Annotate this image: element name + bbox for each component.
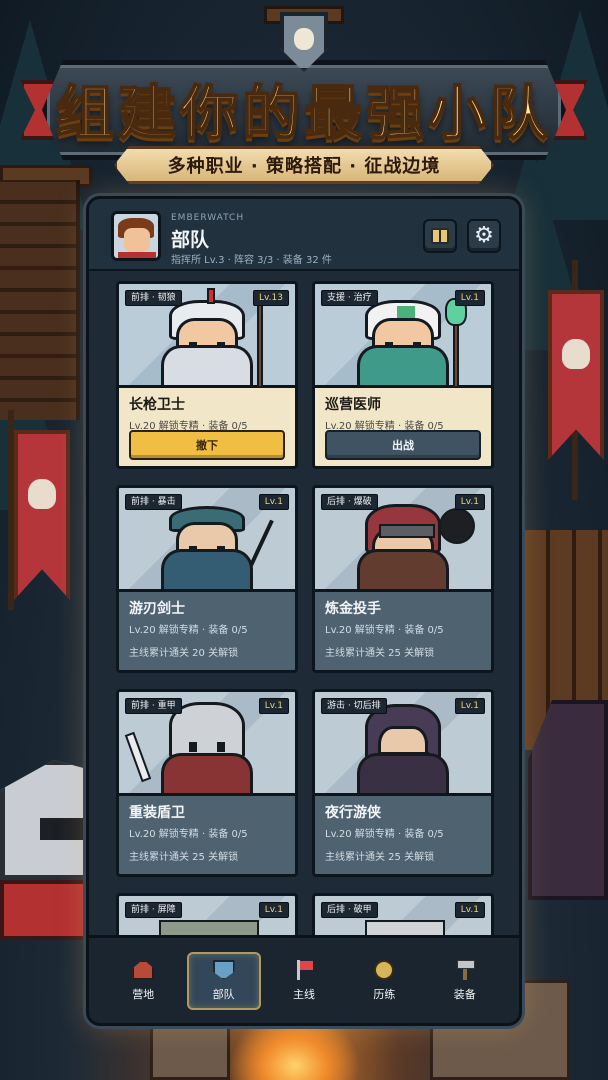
nav-squad[interactable]: 部队 — [186, 951, 261, 1010]
unit-name: 巡营医师 — [325, 397, 381, 413]
nav-label: 营地 — [132, 987, 155, 1001]
compass-icon — [374, 959, 395, 980]
nav-label: 装备 — [453, 987, 476, 1001]
panel-title: 部队 — [171, 229, 210, 251]
role-tag: 前排 · 屏障 — [125, 902, 182, 918]
unit-card-spear-guard[interactable]: 前排 · 韧狼 Lv.13 长枪卫士 Lv.20 解锁专精 · 装备 0/5 撤… — [116, 281, 298, 469]
unlock-requirement: 主线累计通关 25 关解锁 — [325, 852, 435, 863]
shield-icon — [212, 959, 235, 980]
settings-button[interactable]: ⚙ — [467, 219, 501, 253]
role-tag: 游击 · 切后排 — [321, 698, 387, 714]
unit-card-night-ranger[interactable]: 游击 · 切后排 Lv.1 夜行游侠 Lv.20 解锁专精 · 装备 0/5 主… — [312, 689, 494, 877]
level-badge: Lv.1 — [454, 290, 485, 306]
unit-name: 炼金投手 — [325, 601, 381, 617]
watchtower — [0, 180, 80, 420]
deploy-button[interactable]: 出战 — [325, 430, 481, 460]
subtitle-plate: 多种职业 · 策略搭配 · 征战边境 — [114, 146, 494, 184]
skull-shield-emblem — [264, 6, 344, 76]
level-badge: Lv.1 — [454, 494, 485, 510]
unit-name: 游刃剑士 — [129, 601, 185, 617]
subtitle: 多种职业 · 策略搭配 · 征战边境 — [167, 156, 441, 177]
role-tag: 支援 · 治疗 — [321, 290, 378, 306]
camp-icon — [132, 959, 155, 980]
gear-icon: ⚙ — [474, 223, 494, 248]
book-icon — [431, 228, 449, 244]
unit-name: 长枪卫士 — [129, 397, 185, 413]
nav-label: 部队 — [212, 987, 235, 1001]
unlock-requirement: 主线累计通关 25 关解锁 — [325, 648, 435, 659]
skull-banner-left — [14, 430, 70, 600]
role-tag: 后排 · 爆破 — [321, 494, 378, 510]
brand-label: EMBERWATCH — [171, 213, 245, 223]
hammer-icon — [454, 959, 476, 980]
unit-name: 重装盾卫 — [129, 805, 185, 821]
unlock-requirement: 主线累计通关 20 关解锁 — [129, 648, 239, 659]
unit-card-alchemist[interactable]: 后排 · 爆破 Lv.1 炼金投手 Lv.20 解锁专精 · 装备 0/5 主线… — [312, 485, 494, 673]
nav-camp[interactable]: 营地 — [106, 952, 180, 1010]
level-badge: Lv.1 — [258, 698, 289, 714]
role-tag: 前排 · 重甲 — [125, 698, 182, 714]
role-tag: 前排 · 暴击 — [125, 494, 182, 510]
codex-button[interactable] — [423, 219, 457, 253]
banner-pole — [8, 410, 14, 610]
hooded-archer — [528, 700, 608, 900]
unlock-requirement: 主线累计通关 25 关解锁 — [129, 852, 239, 863]
page-title: 组建你的最强小队 — [55, 78, 552, 148]
unit-stats: Lv.20 解锁专精 · 装备 0/5 — [325, 625, 444, 636]
withdraw-button[interactable]: 撤下 — [129, 430, 285, 460]
level-badge: Lv.1 — [258, 494, 289, 510]
level-badge: Lv.13 — [253, 290, 289, 306]
avatar[interactable] — [111, 211, 161, 261]
unit-name: 夜行游侠 — [325, 805, 381, 821]
unit-card-shield-guard[interactable]: 前排 · 重甲 Lv.1 重装盾卫 Lv.20 解锁专精 · 装备 0/5 主线… — [116, 689, 298, 877]
nav-label: 历练 — [373, 987, 396, 1001]
nav-equipment[interactable]: 装备 — [428, 952, 502, 1010]
role-tag: 前排 · 韧狼 — [125, 290, 182, 306]
nav-main-quest[interactable]: 主线 — [267, 952, 341, 1010]
unit-stats: Lv.20 解锁专精 · 装备 0/5 — [129, 625, 248, 636]
level-badge: Lv.1 — [258, 902, 289, 918]
panel-header: EMBERWATCH 部队 指挥所 Lv.3 · 阵容 3/3 · 装备 32 … — [89, 199, 519, 271]
bottom-nav: 营地 部队 主线 历练 装备 — [89, 935, 519, 1023]
rock — [150, 1020, 230, 1080]
level-badge: Lv.1 — [454, 902, 485, 918]
nav-trials[interactable]: 历练 — [347, 952, 421, 1010]
unit-card-medic[interactable]: 支援 · 治疗 Lv.1 巡营医师 Lv.20 解锁专精 · 装备 0/5 出战 — [312, 281, 494, 469]
flag-icon — [293, 959, 315, 980]
unit-card-swordsman[interactable]: 前排 · 暴击 Lv.1 游刃剑士 Lv.20 解锁专精 · 装备 0/5 主线… — [116, 485, 298, 673]
squad-panel: EMBERWATCH 部队 指挥所 Lv.3 · 阵容 3/3 · 装备 32 … — [86, 196, 522, 1026]
level-badge: Lv.1 — [454, 698, 485, 714]
panel-subtitle: 指挥所 Lv.3 · 阵容 3/3 · 装备 32 件 — [171, 255, 332, 266]
nav-label: 主线 — [292, 987, 315, 1001]
unit-stats: Lv.20 解锁专精 · 装备 0/5 — [325, 829, 444, 840]
role-tag: 后排 · 破甲 — [321, 902, 378, 918]
unit-stats: Lv.20 解锁专精 · 装备 0/5 — [129, 829, 248, 840]
